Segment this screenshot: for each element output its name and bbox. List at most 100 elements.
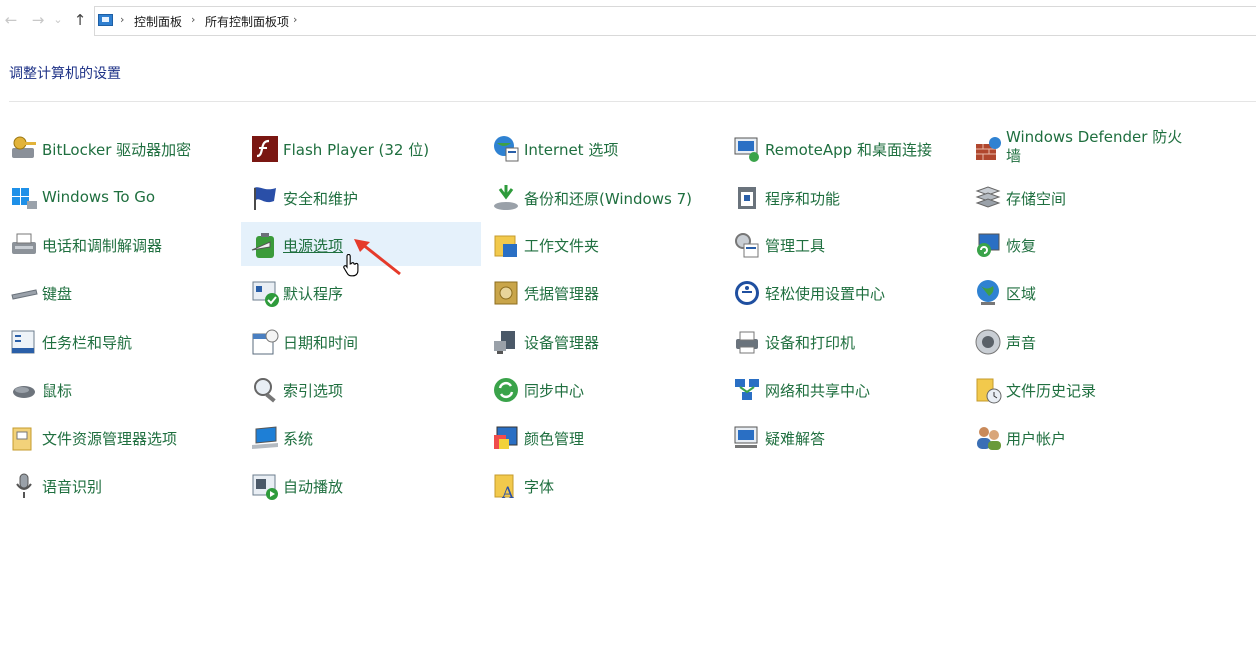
item-label[interactable]: 系统 (283, 428, 313, 449)
control-panel-item[interactable]: BitLocker 驱动器加密 (0, 126, 236, 170)
sync-icon (491, 375, 521, 405)
item-label[interactable]: 索引选项 (283, 380, 343, 401)
item-label[interactable]: 文件历史记录 (1006, 380, 1096, 401)
control-panel-item[interactable]: 工作文件夹 (482, 222, 718, 266)
control-panel-item[interactable]: 存储空间 (964, 175, 1204, 219)
item-label[interactable]: 电话和调制解调器 (42, 235, 162, 256)
chevron-right-icon[interactable]: › (120, 13, 124, 26)
item-label[interactable]: 默认程序 (283, 283, 343, 304)
item-label[interactable]: 恢复 (1006, 235, 1036, 256)
flash-icon (250, 134, 280, 164)
control-panel-item[interactable]: 凭据管理器 (482, 270, 718, 314)
item-label[interactable]: 轻松使用设置中心 (765, 283, 885, 304)
forward-arrow-icon[interactable]: → (29, 10, 47, 30)
control-panel-item[interactable]: Internet 选项 (482, 126, 718, 170)
control-panel-item[interactable]: A 字体 (482, 463, 718, 507)
control-panel-item[interactable]: 疑难解答 (723, 415, 959, 459)
item-label[interactable]: BitLocker 驱动器加密 (42, 139, 191, 160)
item-label[interactable]: RemoteApp 和桌面连接 (765, 139, 932, 160)
printer-icon (732, 327, 762, 357)
mouse-icon (9, 375, 39, 405)
storage-icon (973, 183, 1003, 213)
ease-of-access-icon (732, 278, 762, 308)
control-panel-item[interactable]: Windows Defender 防火墙 (964, 126, 1204, 170)
chevron-right-icon[interactable]: › (191, 13, 195, 26)
work-folders-icon (491, 230, 521, 260)
breadcrumb-all-items[interactable]: 所有控制面板项 (205, 13, 289, 30)
item-label[interactable]: 用户帐户 (1006, 428, 1066, 449)
control-panel-item[interactable]: 备份和还原(Windows 7) (482, 175, 718, 219)
recovery-icon (973, 230, 1003, 260)
control-panel-item[interactable]: 同步中心 (482, 367, 718, 411)
item-label[interactable]: 区域 (1006, 283, 1036, 304)
item-label[interactable]: 任务栏和导航 (42, 332, 132, 353)
control-panel-item[interactable]: 用户帐户 (964, 415, 1204, 459)
flag-icon (250, 183, 280, 213)
control-panel-item[interactable]: 区域 (964, 270, 1204, 314)
item-label[interactable]: 存储空间 (1006, 188, 1066, 209)
item-label[interactable]: 自动播放 (283, 476, 343, 497)
item-label[interactable]: 安全和维护 (283, 188, 358, 209)
control-panel-item[interactable]: 设备管理器 (482, 319, 718, 363)
item-label[interactable]: Windows Defender 防火墙 (1006, 128, 1196, 166)
item-label[interactable]: 鼠标 (42, 380, 72, 401)
control-panel-item[interactable]: 颜色管理 (482, 415, 718, 459)
control-panel-item[interactable]: 安全和维护 (241, 175, 477, 219)
item-label[interactable]: Internet 选项 (524, 139, 618, 160)
control-panel-item[interactable]: 自动播放 (241, 463, 477, 507)
control-panel-item[interactable]: 鼠标 (0, 367, 236, 411)
control-panel-item[interactable]: 声音 (964, 319, 1204, 363)
control-panel-item[interactable]: 电话和调制解调器 (0, 222, 236, 266)
control-panel-item[interactable]: 系统 (241, 415, 477, 459)
item-label[interactable]: 设备管理器 (524, 332, 599, 353)
item-label[interactable]: 管理工具 (765, 235, 825, 256)
item-label[interactable]: 工作文件夹 (524, 235, 599, 256)
item-label[interactable]: 颜色管理 (524, 428, 584, 449)
hand-cursor-icon (343, 254, 359, 277)
item-label[interactable]: 疑难解答 (765, 428, 825, 449)
up-arrow-icon[interactable]: ↑ (71, 10, 89, 30)
control-panel-item[interactable]: 文件资源管理器选项 (0, 415, 236, 459)
laptop-icon (250, 423, 280, 453)
control-panel-item[interactable]: 恢复 (964, 222, 1204, 266)
chevron-right-icon[interactable]: › (293, 13, 297, 26)
control-panel-item[interactable]: RemoteApp 和桌面连接 (723, 126, 959, 170)
item-label[interactable]: 程序和功能 (765, 188, 840, 209)
control-panel-item[interactable]: 语音识别 (0, 463, 236, 507)
item-label[interactable]: 文件资源管理器选项 (42, 428, 177, 449)
recent-locations-chevron-icon[interactable]: ⌄ (52, 10, 64, 30)
control-panel-item[interactable]: 程序和功能 (723, 175, 959, 219)
item-label[interactable]: 同步中心 (524, 380, 584, 401)
network-icon (732, 375, 762, 405)
divider (9, 101, 1256, 102)
control-panel-item[interactable]: 日期和时间 (241, 319, 477, 363)
item-label[interactable]: 网络和共享中心 (765, 380, 870, 401)
item-label[interactable]: 语音识别 (42, 476, 102, 497)
control-panel-item[interactable]: 管理工具 (723, 222, 959, 266)
default-programs-icon (250, 278, 280, 308)
item-label[interactable]: 电源选项 (283, 235, 343, 256)
back-arrow-icon[interactable]: ← (2, 10, 20, 30)
control-panel-item[interactable]: 索引选项 (241, 367, 477, 411)
control-panel-item[interactable]: 键盘 (0, 270, 236, 314)
control-panel-item[interactable]: Windows To Go (0, 175, 236, 219)
item-label[interactable]: 键盘 (42, 283, 72, 304)
item-label[interactable]: 声音 (1006, 332, 1036, 353)
control-panel-item[interactable]: 文件历史记录 (964, 367, 1204, 411)
breadcrumb-control-panel[interactable]: 控制面板 (134, 13, 182, 30)
control-panel-item[interactable]: 任务栏和导航 (0, 319, 236, 363)
programs-icon (732, 183, 762, 213)
item-label[interactable]: 日期和时间 (283, 332, 358, 353)
control-panel-item[interactable]: Flash Player (32 位) (241, 126, 477, 170)
item-label[interactable]: 字体 (524, 476, 554, 497)
item-label[interactable]: 凭据管理器 (524, 283, 599, 304)
control-panel-item[interactable]: 轻松使用设置中心 (723, 270, 959, 314)
address-bar[interactable]: › 控制面板 › 所有控制面板项 › (94, 6, 1256, 36)
control-panel-item[interactable]: 网络和共享中心 (723, 367, 959, 411)
item-label[interactable]: Flash Player (32 位) (283, 139, 429, 160)
item-label[interactable]: 备份和还原(Windows 7) (524, 188, 692, 209)
key-drive-icon (9, 134, 39, 164)
control-panel-item[interactable]: 设备和打印机 (723, 319, 959, 363)
item-label[interactable]: Windows To Go (42, 188, 155, 206)
item-label[interactable]: 设备和打印机 (765, 332, 855, 353)
